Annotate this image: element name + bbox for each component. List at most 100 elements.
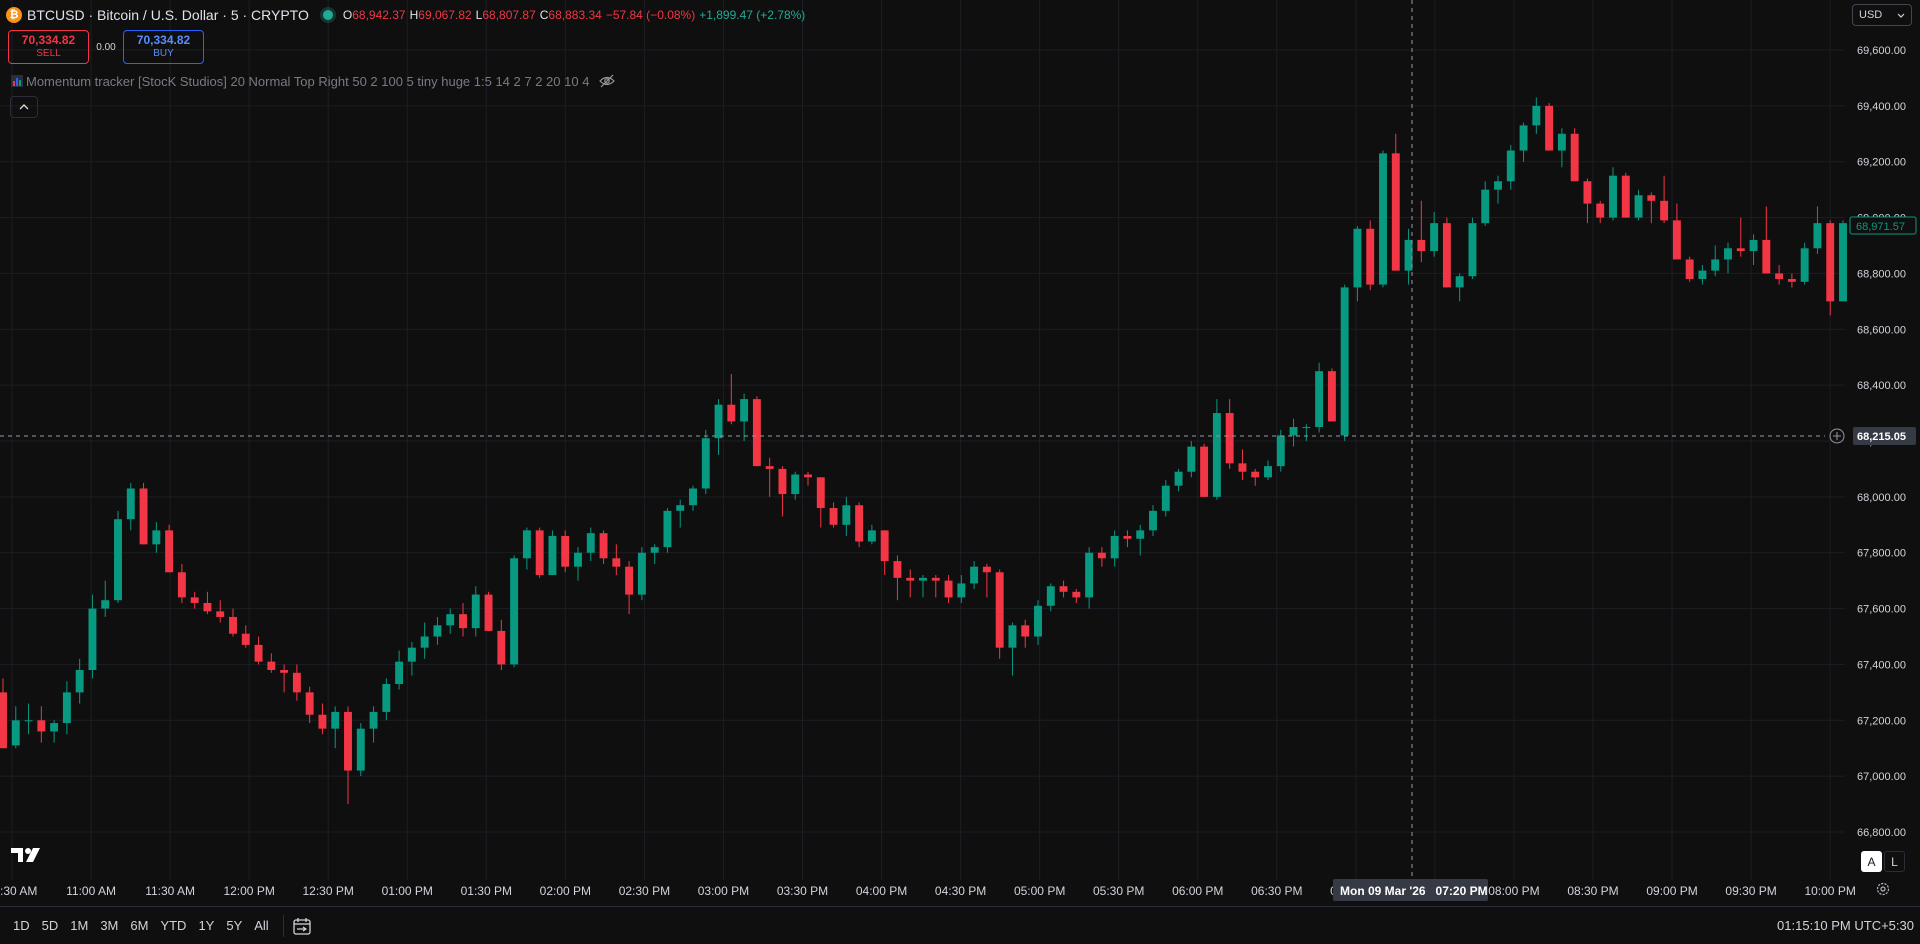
candle	[203, 591, 212, 615]
candle	[829, 502, 838, 528]
candle-body	[177, 572, 186, 598]
candle-body	[1724, 248, 1732, 260]
candle-body	[906, 577, 915, 581]
candle	[1430, 211, 1439, 257]
candle-body	[893, 561, 902, 578]
candle-body	[1647, 195, 1656, 201]
candle-body	[1174, 471, 1183, 486]
candle-body	[37, 720, 46, 732]
chevron-up-icon	[19, 104, 29, 110]
candle	[1519, 122, 1528, 162]
candle	[446, 608, 455, 634]
candle	[548, 530, 557, 576]
candle-body	[267, 661, 276, 671]
range-1y-button[interactable]: 1Y	[192, 918, 220, 933]
candle-body	[1736, 248, 1745, 252]
time-tick-label: 06:00 PM	[1172, 884, 1223, 898]
candle-body	[931, 577, 940, 581]
price-tick-label: 67,400.00	[1857, 659, 1906, 671]
tradingview-logo-icon[interactable]	[11, 846, 43, 864]
range-5d-button[interactable]: 5D	[36, 918, 65, 933]
sell-button[interactable]: 70,334.82 SELL	[8, 30, 89, 64]
candle-body	[842, 505, 851, 525]
range-1d-button[interactable]: 1D	[7, 918, 36, 933]
candle	[714, 399, 723, 455]
indicator-text: Momentum tracker [StocK Studios] 20 Norm…	[26, 73, 590, 89]
candle-body	[740, 399, 749, 422]
candle	[420, 622, 429, 659]
candle	[114, 510, 122, 603]
candle	[867, 524, 876, 545]
range-1m-button[interactable]: 1M	[64, 918, 94, 933]
candle	[510, 555, 519, 668]
eye-off-icon[interactable]	[599, 73, 616, 89]
candle	[1672, 203, 1681, 260]
time-axis[interactable]: 10:30 AM 11:00 AM 11:30 AM 12:00 PM 12:30 PM…	[0, 884, 1856, 898]
candle	[62, 681, 71, 735]
candle	[11, 706, 20, 749]
candle	[1724, 242, 1732, 274]
candle	[1059, 580, 1068, 598]
candle-body	[1034, 605, 1042, 637]
candle	[331, 706, 340, 749]
candle-body	[1161, 485, 1170, 511]
candle	[216, 600, 225, 623]
high-label: H	[409, 8, 419, 22]
indicator-legend[interactable]: Momentum tracker [StocK Studios] 20 Norm…	[11, 73, 616, 89]
time-tick-label: 08:00 PM	[1488, 884, 1539, 898]
candle	[1685, 256, 1694, 282]
low-value: 68,807.87	[482, 8, 536, 22]
crosshair-time-label: Mon 09 Mar '26 07:20 PM	[1333, 879, 1488, 901]
candle	[1647, 192, 1656, 224]
range-3m-button[interactable]: 3M	[94, 918, 124, 933]
auto-scale-button[interactable]: A	[1861, 851, 1882, 872]
gear-icon[interactable]	[1876, 882, 1890, 896]
market-open-status-icon[interactable]	[322, 10, 333, 20]
candle-body	[1826, 223, 1835, 302]
range-all-button[interactable]: All	[248, 918, 274, 933]
candle	[1455, 273, 1464, 302]
candle-body	[1021, 625, 1030, 637]
buy-button[interactable]: 70,334.82 BUY	[123, 30, 204, 64]
candle-body	[1430, 223, 1439, 252]
candle-body	[1685, 259, 1694, 280]
trade-buttons: 70,334.82 SELL 0.00 70,334.82 BUY	[8, 30, 204, 64]
range-5y-button[interactable]: 5Y	[220, 918, 248, 933]
candle	[1340, 284, 1349, 441]
price-tick-label: 67,600.00	[1857, 604, 1906, 616]
candle	[433, 616, 442, 645]
candle	[1532, 97, 1541, 134]
candle	[522, 527, 531, 570]
candle-body	[318, 714, 327, 729]
candle-body	[1417, 239, 1426, 252]
log-scale-button[interactable]: L	[1884, 851, 1905, 872]
candle-body	[1251, 471, 1260, 478]
candle	[305, 686, 314, 724]
candle-body	[689, 488, 697, 506]
candle-body	[816, 477, 825, 509]
bitcoin-logo-icon: ₿	[6, 7, 22, 23]
candle-body	[880, 530, 889, 562]
candle-body	[203, 602, 212, 612]
collapse-legend-button[interactable]	[10, 96, 38, 118]
candle	[459, 602, 467, 637]
price-chart[interactable]: 69,600.0069,400.0069,200.0069,000.0068,8…	[0, 0, 1920, 944]
candle-body	[1570, 133, 1579, 182]
candle-body	[663, 510, 672, 548]
candle	[689, 485, 697, 511]
candle	[1775, 265, 1784, 285]
currency-select[interactable]: USD	[1852, 4, 1912, 26]
price-tick-label: 69,200.00	[1857, 157, 1906, 169]
candle	[484, 591, 493, 631]
range-ytd-button[interactable]: YTD	[154, 918, 192, 933]
calendar-goto-icon[interactable]	[292, 916, 312, 936]
range-6m-button[interactable]: 6M	[124, 918, 154, 933]
candle-body	[1621, 175, 1630, 218]
candle	[612, 544, 621, 576]
candle	[241, 625, 250, 648]
candle-body	[919, 577, 927, 581]
clock-timezone[interactable]: 01:15:10 PM UTC+5:30	[1777, 918, 1914, 933]
candle	[944, 575, 953, 603]
candle	[1736, 217, 1745, 257]
symbol-title[interactable]: BTCUSD · Bitcoin / U.S. Dollar · 5 · CRY…	[27, 7, 309, 23]
